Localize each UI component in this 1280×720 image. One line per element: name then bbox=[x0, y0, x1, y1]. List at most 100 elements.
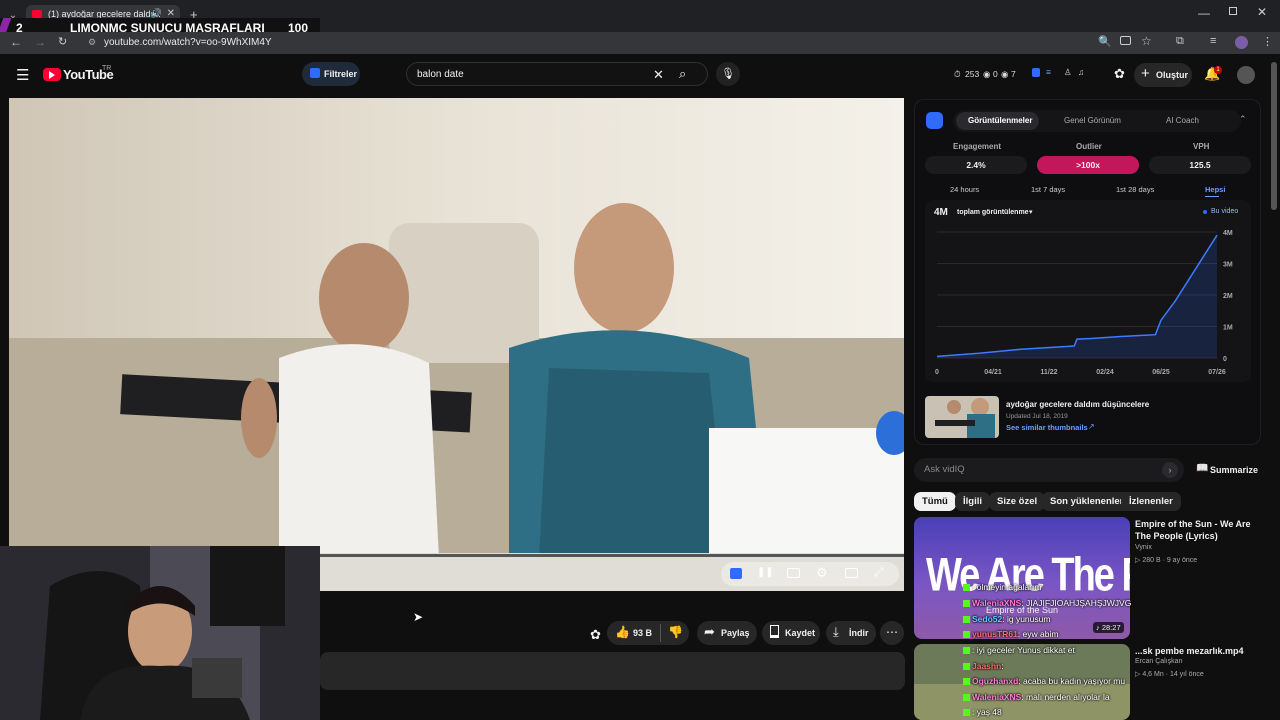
download-icon: ⤓ bbox=[833, 624, 839, 639]
site-info-icon[interactable]: ⚙ bbox=[88, 37, 96, 48]
book-icon: 📖 bbox=[1196, 463, 1209, 474]
miniplayer-icon[interactable] bbox=[845, 568, 858, 578]
youtube-logo-icon[interactable] bbox=[43, 68, 61, 81]
send-icon[interactable]: › bbox=[1162, 462, 1178, 478]
total-views-dropdown[interactable]: toplam görüntülenme bbox=[957, 209, 1029, 216]
gear-icon[interactable]: ✿ bbox=[1114, 66, 1125, 82]
chat-line: WaleniaXNS: malı nerden alıyolar la bbox=[963, 692, 1110, 702]
search-input[interactable]: balon date bbox=[417, 69, 464, 80]
range-7d[interactable]: 1st 7 days bbox=[1031, 185, 1065, 194]
browser-menu-icon[interactable]: ⋮ bbox=[1262, 35, 1273, 48]
like-count[interactable]: 93 B bbox=[633, 628, 652, 638]
youtube-favicon-icon bbox=[32, 10, 42, 18]
plus-icon: + bbox=[1141, 65, 1150, 82]
range-all[interactable]: Hepsi bbox=[1205, 185, 1225, 194]
video-player[interactable]: ❚❚ ⚙ ⤢ bbox=[9, 98, 904, 591]
rec-channel-2[interactable]: Ercan Çalışkan bbox=[1135, 658, 1182, 665]
reading-list-icon[interactable]: ≡ bbox=[1210, 35, 1216, 47]
page-scrollbar[interactable] bbox=[1271, 62, 1277, 210]
dislike-icon[interactable]: 👎 bbox=[668, 625, 683, 639]
stat-a: 0 bbox=[993, 69, 998, 79]
chip-watched[interactable]: İzlenenler bbox=[1121, 492, 1181, 511]
video-thumbnail[interactable] bbox=[925, 396, 999, 438]
divider bbox=[660, 624, 661, 642]
tab-views[interactable]: Görüntülenmeler bbox=[968, 116, 1032, 125]
subtitles-icon[interactable] bbox=[787, 568, 800, 578]
minimize-icon[interactable]: — bbox=[1198, 6, 1210, 20]
filters-label: Filtreler bbox=[324, 69, 358, 79]
x-tick-label: 04/21 bbox=[984, 369, 1002, 376]
chip-recent[interactable]: Son yüklenenler bbox=[1042, 492, 1132, 511]
vidiq-player-icon[interactable] bbox=[730, 568, 742, 579]
rec-title-2[interactable]: ...sk pembe mezarlık.mp4 bbox=[1135, 646, 1244, 656]
y-tick-label: 1M bbox=[1223, 325, 1233, 332]
chip-for-you[interactable]: Size özel bbox=[989, 492, 1046, 511]
bookmark-star-icon[interactable]: ☆ bbox=[1141, 34, 1152, 48]
y-tick-label: 2M bbox=[1223, 293, 1233, 300]
gear-icon[interactable]: ✿ bbox=[590, 627, 601, 643]
filters-button[interactable]: Filtreler bbox=[302, 62, 360, 86]
vidiq-stats-bar: ⏱ 253 ◉ 0 ◉ 7 ≡ ♙ ♫ bbox=[946, 64, 1096, 84]
thumb-text: We Are The People bbox=[926, 549, 1130, 602]
summarize-button[interactable]: 📖 Summarize bbox=[1194, 463, 1264, 477]
notification-badge: 1 bbox=[1214, 66, 1222, 74]
external-link-icon: ↗ bbox=[1088, 422, 1095, 431]
zoom-icon[interactable]: 🔍 bbox=[1098, 35, 1112, 48]
reload-icon[interactable]: ↻ bbox=[58, 35, 67, 48]
vidiq-panel: Görüntülenmeler Genel Görünüm AI Coach ⌃… bbox=[914, 99, 1261, 445]
profile-avatar[interactable] bbox=[1235, 36, 1248, 49]
share-label: Paylaş bbox=[721, 628, 750, 638]
download-button[interactable]: ⤓ İndir bbox=[826, 621, 876, 645]
legend-label: Bu video bbox=[1211, 208, 1239, 215]
bookmark-icon bbox=[770, 625, 779, 638]
hamburger-menu-icon[interactable]: ☰ bbox=[16, 66, 29, 84]
chip-all[interactable]: Tümü bbox=[914, 492, 956, 511]
ask-placeholder: Ask vidIQ bbox=[924, 464, 965, 475]
metric-vph-label: VPH bbox=[1193, 142, 1210, 151]
user-avatar[interactable] bbox=[1237, 66, 1255, 84]
rec-channel-1[interactable]: Vynix bbox=[1135, 544, 1152, 551]
chevron-down-icon[interactable]: ▾ bbox=[1029, 208, 1033, 216]
share-button[interactable]: ➦ Paylaş bbox=[697, 621, 757, 645]
metric-engagement-label: Engagement bbox=[953, 142, 1002, 151]
chip-related[interactable]: İlgili bbox=[955, 492, 990, 511]
bell-small-icon[interactable]: ♫ bbox=[1078, 67, 1084, 77]
metric-outlier-label: Outlier bbox=[1076, 142, 1102, 151]
more-actions-icon[interactable]: ⋯ bbox=[880, 621, 904, 645]
ask-vidiq-input[interactable]: Ask vidIQ › bbox=[914, 458, 1184, 482]
voice-search-icon[interactable]: 🎙 bbox=[716, 62, 740, 86]
trophy-icon[interactable]: ♙ bbox=[1064, 67, 1072, 78]
pause-icon[interactable]: ❚❚ bbox=[757, 567, 774, 578]
create-button[interactable]: + Oluştur bbox=[1134, 63, 1192, 87]
tab-overview[interactable]: Genel Görünüm bbox=[1064, 116, 1121, 125]
description-box[interactable] bbox=[320, 652, 905, 690]
save-button[interactable]: Kaydet bbox=[762, 621, 820, 645]
like-icon[interactable]: 👍 bbox=[615, 625, 630, 639]
range-24h[interactable]: 24 hours bbox=[950, 185, 979, 194]
extensions-icon[interactable]: ⧉ bbox=[1176, 35, 1184, 48]
vidiq-icon[interactable] bbox=[1032, 68, 1040, 77]
tab-ai-coach[interactable]: AI Coach bbox=[1166, 116, 1199, 125]
rec-title-1[interactable]: Empire of the Sun - We Are The People (L… bbox=[1135, 518, 1263, 542]
forward-icon[interactable]: → bbox=[34, 35, 46, 49]
chat-line: Jaashn: bbox=[963, 661, 1004, 671]
collapse-icon[interactable]: ⌃ bbox=[1239, 114, 1247, 125]
fullscreen-icon[interactable]: ⤢ bbox=[874, 565, 884, 580]
maximize-icon[interactable] bbox=[1229, 7, 1237, 15]
vidiq-logo-icon bbox=[926, 112, 943, 129]
range-28d[interactable]: 1st 28 days bbox=[1116, 185, 1154, 194]
search-box[interactable]: balon date ✕ ⌕ bbox=[406, 62, 708, 86]
url-field[interactable]: youtube.com/watch?v=oo-9WhXIM4Y bbox=[104, 37, 272, 48]
clear-search-icon[interactable]: ✕ bbox=[653, 67, 664, 83]
back-icon[interactable]: ← bbox=[10, 35, 22, 49]
download-label: İndir bbox=[849, 628, 869, 638]
search-icon[interactable]: ⌕ bbox=[679, 66, 686, 82]
metric-vph-value: 125.5 bbox=[1149, 156, 1251, 174]
similar-thumbnails-link[interactable]: See similar thumbnails bbox=[1006, 423, 1088, 432]
close-window-icon[interactable]: ✕ bbox=[1257, 5, 1267, 19]
settings-icon[interactable]: ⚙ bbox=[816, 565, 828, 581]
eye-icon: ◉ bbox=[1001, 69, 1009, 79]
cast-icon[interactable] bbox=[1120, 36, 1131, 45]
country-code: TR bbox=[102, 65, 112, 72]
list-icon[interactable]: ≡ bbox=[1046, 67, 1051, 77]
